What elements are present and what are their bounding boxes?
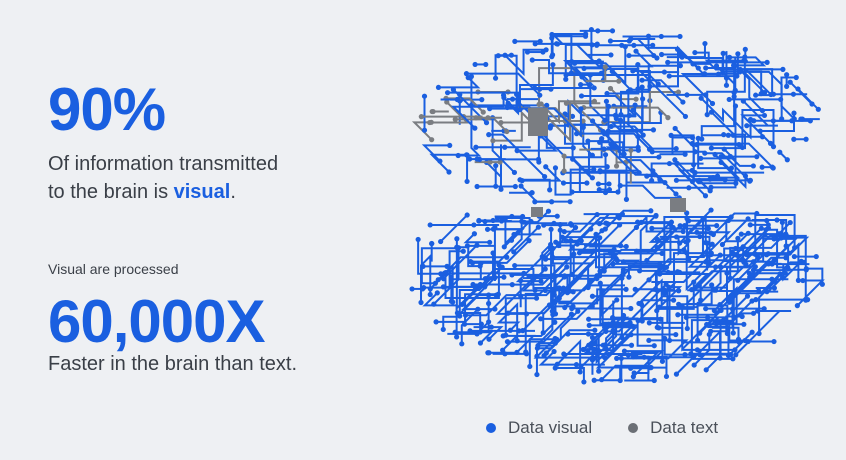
speed-caption: Faster in the brain than text. xyxy=(48,353,298,375)
legend-item-data-visual: Data visual xyxy=(486,418,592,438)
circuit-brain-illustration xyxy=(409,26,825,385)
stat-visual-description: Of information transmitted to the brain … xyxy=(48,150,278,206)
chip-icon xyxy=(528,108,548,136)
speed-pre-label: Visual are processed xyxy=(48,261,179,277)
line2-prefix: to the brain is xyxy=(48,181,174,203)
legend: Data visual Data text xyxy=(486,418,754,438)
circuit-traces xyxy=(409,26,825,385)
chip-icon xyxy=(670,198,686,212)
legend-label-data-text: Data text xyxy=(650,418,719,437)
data-visual-dot-icon xyxy=(486,423,496,433)
stat-visual-line2: to the brain is visual. xyxy=(48,178,278,206)
visual-highlight: visual xyxy=(173,181,231,203)
line2-suffix: . xyxy=(230,181,236,203)
chip-small-icon xyxy=(531,207,543,217)
legend-item-data-text: Data text xyxy=(628,418,718,438)
stat-90-percent: 90% xyxy=(48,76,166,143)
stat-60000x: 60,000X xyxy=(48,288,266,355)
legend-label-data-visual: Data visual xyxy=(508,418,593,437)
data-text-dot-icon xyxy=(628,423,639,433)
stat-visual-line1: Of information transmitted xyxy=(48,153,279,175)
